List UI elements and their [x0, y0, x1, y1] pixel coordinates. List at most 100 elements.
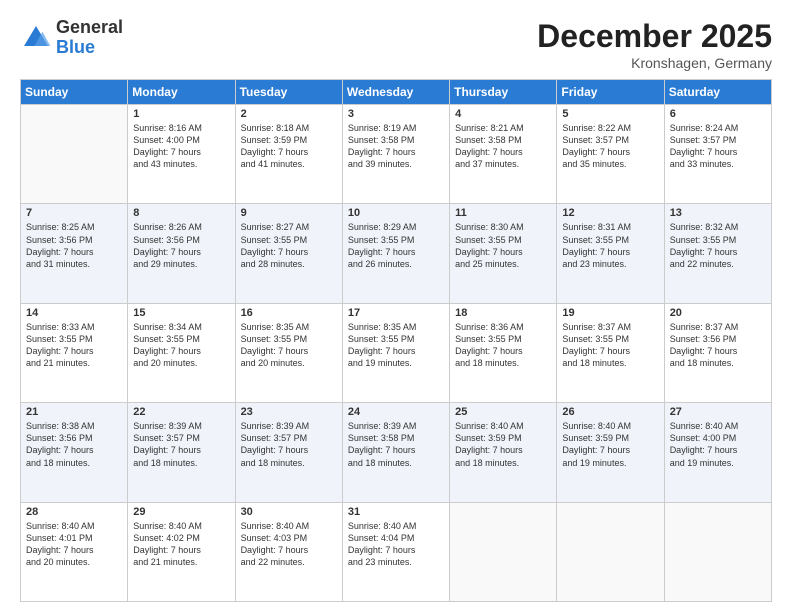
day-number: 6	[670, 108, 766, 120]
day-info: Sunrise: 8:29 AM Sunset: 3:55 PM Dayligh…	[348, 221, 444, 270]
day-info: Sunrise: 8:21 AM Sunset: 3:58 PM Dayligh…	[455, 122, 551, 171]
day-number: 1	[133, 108, 229, 120]
day-number: 29	[133, 506, 229, 518]
table-row: 14Sunrise: 8:33 AM Sunset: 3:55 PM Dayli…	[21, 303, 128, 402]
day-info: Sunrise: 8:38 AM Sunset: 3:56 PM Dayligh…	[26, 420, 122, 469]
day-number: 22	[133, 406, 229, 418]
day-number: 21	[26, 406, 122, 418]
col-monday: Monday	[128, 80, 235, 105]
col-sunday: Sunday	[21, 80, 128, 105]
day-info: Sunrise: 8:40 AM Sunset: 3:59 PM Dayligh…	[562, 420, 658, 469]
location-subtitle: Kronshagen, Germany	[537, 55, 772, 71]
table-row	[664, 502, 771, 601]
col-saturday: Saturday	[664, 80, 771, 105]
day-number: 20	[670, 307, 766, 319]
table-row: 29 Sunrise: 8:40 AM Sunset: 4:02 PM Dayli…	[128, 502, 235, 601]
day-info: Sunrise: 8:40 AM Sunset: 4:02 PM Dayligh…	[133, 520, 229, 569]
day-number: 19	[562, 307, 658, 319]
day-info: Sunrise: 8:36 AM Sunset: 3:55 PM Dayligh…	[455, 321, 551, 370]
day-number: 11	[455, 207, 551, 219]
table-row: 2Sunrise: 8:18 AM Sunset: 3:59 PM Daylig…	[235, 105, 342, 204]
day-info: Sunrise: 8:35 AM Sunset: 3:55 PM Dayligh…	[241, 321, 337, 370]
table-row: 17 Sunrise: 8:35 AM Sunset: 3:55 PM Dayli…	[342, 303, 449, 402]
logo-icon	[20, 22, 52, 54]
day-number: 24	[348, 406, 444, 418]
table-row: 26 Sunrise: 8:40 AM Sunset: 3:59 PM Dayli…	[557, 403, 664, 502]
table-row: 13 Sunrise: 8:32 AM Sunset: 3:55 PM Dayli…	[664, 204, 771, 303]
table-row: 10Sunrise: 8:29 AM Sunset: 3:55 PM Dayli…	[342, 204, 449, 303]
table-row: 9 Sunrise: 8:27 AM Sunset: 3:55 PM Daylig…	[235, 204, 342, 303]
day-info: Sunrise: 8:40 AM Sunset: 3:59 PM Dayligh…	[455, 420, 551, 469]
table-row: 7 Sunrise: 8:25 AM Sunset: 3:56 PM Daylig…	[21, 204, 128, 303]
day-info: Sunrise: 8:18 AM Sunset: 3:59 PM Dayligh…	[241, 122, 337, 171]
day-info: Sunrise: 8:40 AM Sunset: 4:03 PM Dayligh…	[241, 520, 337, 569]
table-row: 30 Sunrise: 8:40 AM Sunset: 4:03 PM Dayli…	[235, 502, 342, 601]
day-number: 16	[241, 307, 337, 319]
day-info: Sunrise: 8:32 AM Sunset: 3:55 PM Dayligh…	[670, 221, 766, 270]
table-row: 8 Sunrise: 8:26 AM Sunset: 3:56 PM Daylig…	[128, 204, 235, 303]
day-number: 7	[26, 207, 122, 219]
table-row: 15Sunrise: 8:34 AM Sunset: 3:55 PM Dayli…	[128, 303, 235, 402]
table-row: 20 Sunrise: 8:37 AM Sunset: 3:56 PM Dayli…	[664, 303, 771, 402]
table-row: 18 Sunrise: 8:36 AM Sunset: 3:55 PM Dayli…	[450, 303, 557, 402]
day-info: Sunrise: 8:40 AM Sunset: 4:00 PM Dayligh…	[670, 420, 766, 469]
table-row: 23Sunrise: 8:39 AM Sunset: 3:57 PM Dayli…	[235, 403, 342, 502]
day-number: 18	[455, 307, 551, 319]
day-info: Sunrise: 8:22 AM Sunset: 3:57 PM Dayligh…	[562, 122, 658, 171]
table-row: 22 Sunrise: 8:39 AM Sunset: 3:57 PM Dayli…	[128, 403, 235, 502]
day-info: Sunrise: 8:25 AM Sunset: 3:56 PM Dayligh…	[26, 221, 122, 270]
table-row: 1 Sunrise: 8:16 AM Sunset: 4:00 PM Daylig…	[128, 105, 235, 204]
table-row: 5 Sunrise: 8:22 AM Sunset: 3:57 PM Daylig…	[557, 105, 664, 204]
calendar-table: Sunday Monday Tuesday Wednesday Thursday…	[20, 79, 772, 602]
day-info: Sunrise: 8:39 AM Sunset: 3:57 PM Dayligh…	[133, 420, 229, 469]
table-row: 21 Sunrise: 8:38 AM Sunset: 3:56 PM Dayli…	[21, 403, 128, 502]
day-info: Sunrise: 8:31 AM Sunset: 3:55 PM Dayligh…	[562, 221, 658, 270]
col-tuesday: Tuesday	[235, 80, 342, 105]
logo-blue: Blue	[56, 38, 123, 58]
table-row	[450, 502, 557, 601]
day-number: 15	[133, 307, 229, 319]
day-info: Sunrise: 8:40 AM Sunset: 4:04 PM Dayligh…	[348, 520, 444, 569]
table-row: 11 Sunrise: 8:30 AM Sunset: 3:55 PM Dayli…	[450, 204, 557, 303]
table-row: 3Sunrise: 8:19 AM Sunset: 3:58 PM Daylig…	[342, 105, 449, 204]
day-number: 25	[455, 406, 551, 418]
page-header: General Blue December 2025 Kronshagen, G…	[20, 18, 772, 71]
table-row: 12 Sunrise: 8:31 AM Sunset: 3:55 PM Dayli…	[557, 204, 664, 303]
col-thursday: Thursday	[450, 80, 557, 105]
day-info: Sunrise: 8:37 AM Sunset: 3:55 PM Dayligh…	[562, 321, 658, 370]
day-number: 12	[562, 207, 658, 219]
col-friday: Friday	[557, 80, 664, 105]
day-number: 27	[670, 406, 766, 418]
table-row: 4 Sunrise: 8:21 AM Sunset: 3:58 PM Daylig…	[450, 105, 557, 204]
day-info: Sunrise: 8:37 AM Sunset: 3:56 PM Dayligh…	[670, 321, 766, 370]
day-info: Sunrise: 8:39 AM Sunset: 3:58 PM Dayligh…	[348, 420, 444, 469]
day-number: 13	[670, 207, 766, 219]
day-info: Sunrise: 8:24 AM Sunset: 3:57 PM Dayligh…	[670, 122, 766, 171]
logo-general: General	[56, 18, 123, 38]
day-number: 17	[348, 307, 444, 319]
day-info: Sunrise: 8:35 AM Sunset: 3:55 PM Dayligh…	[348, 321, 444, 370]
day-info: Sunrise: 8:30 AM Sunset: 3:55 PM Dayligh…	[455, 221, 551, 270]
day-number: 5	[562, 108, 658, 120]
day-info: Sunrise: 8:40 AM Sunset: 4:01 PM Dayligh…	[26, 520, 122, 569]
day-number: 30	[241, 506, 337, 518]
table-row: 25 Sunrise: 8:40 AM Sunset: 3:59 PM Dayli…	[450, 403, 557, 502]
day-number: 4	[455, 108, 551, 120]
day-number: 14	[26, 307, 122, 319]
table-row: 19 Sunrise: 8:37 AM Sunset: 3:55 PM Dayli…	[557, 303, 664, 402]
day-number: 26	[562, 406, 658, 418]
day-info: Sunrise: 8:26 AM Sunset: 3:56 PM Dayligh…	[133, 221, 229, 270]
title-block: December 2025 Kronshagen, Germany	[537, 18, 772, 71]
month-title: December 2025	[537, 18, 772, 55]
day-number: 8	[133, 207, 229, 219]
day-number: 31	[348, 506, 444, 518]
day-info: Sunrise: 8:27 AM Sunset: 3:55 PM Dayligh…	[241, 221, 337, 270]
logo: General Blue	[20, 18, 123, 58]
day-number: 3	[348, 108, 444, 120]
day-number: 9	[241, 207, 337, 219]
table-row	[21, 105, 128, 204]
day-info: Sunrise: 8:16 AM Sunset: 4:00 PM Dayligh…	[133, 122, 229, 171]
col-wednesday: Wednesday	[342, 80, 449, 105]
table-row: 31 Sunrise: 8:40 AM Sunset: 4:04 PM Dayli…	[342, 502, 449, 601]
table-row: 24 Sunrise: 8:39 AM Sunset: 3:58 PM Dayli…	[342, 403, 449, 502]
